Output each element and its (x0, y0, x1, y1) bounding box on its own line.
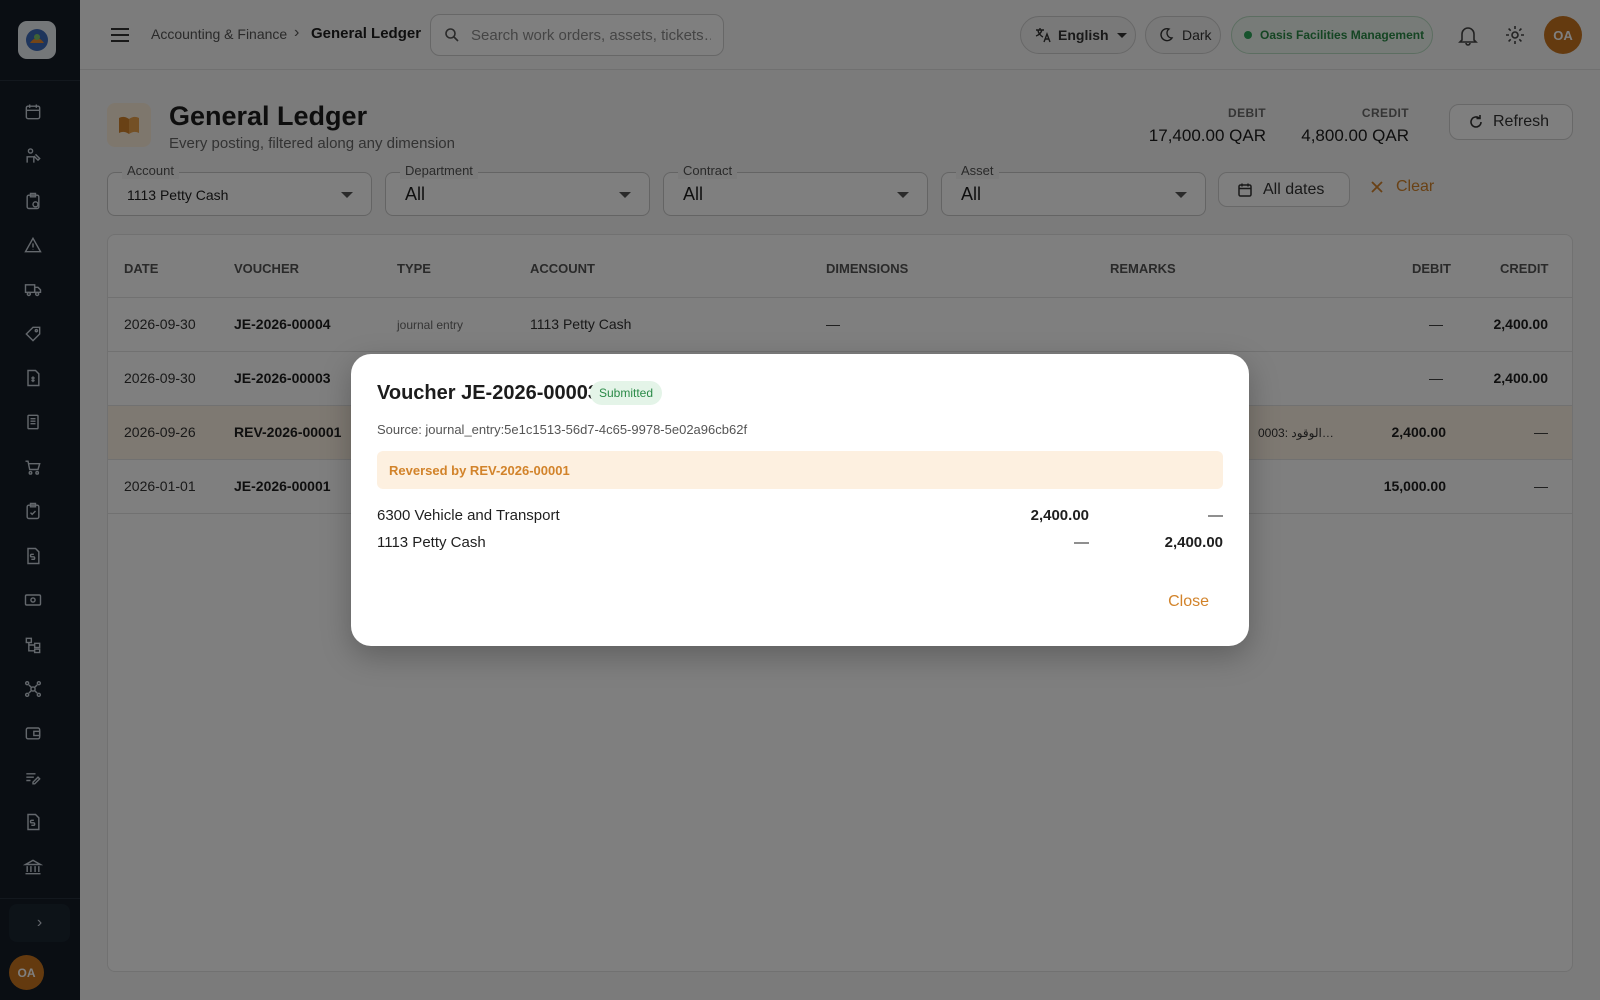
line-credit: 2,400.00 (1164, 534, 1223, 551)
status-badge: Submitted (590, 381, 663, 405)
reversal-notice: Reversed by REV-2026-00001 (377, 451, 1223, 489)
line-account: 1113 Petty Cash (377, 534, 486, 551)
voucher-dialog: Voucher JE-2026-00003 Submitted Source: … (351, 354, 1249, 646)
voucher-line: 1113 Petty Cash — 2,400.00 (377, 534, 1223, 556)
line-account: 6300 Vehicle and Transport (377, 507, 560, 524)
close-button[interactable]: Close (1168, 593, 1209, 611)
line-credit: — (1208, 507, 1223, 524)
line-debit: — (1074, 534, 1089, 551)
dialog-title: Voucher JE-2026-00003 (377, 382, 599, 404)
voucher-source: Source: journal_entry:5e1c1513-56d7-4c65… (377, 422, 748, 437)
line-debit: 2,400.00 (1030, 507, 1089, 524)
voucher-line: 6300 Vehicle and Transport 2,400.00 — (377, 507, 1223, 529)
